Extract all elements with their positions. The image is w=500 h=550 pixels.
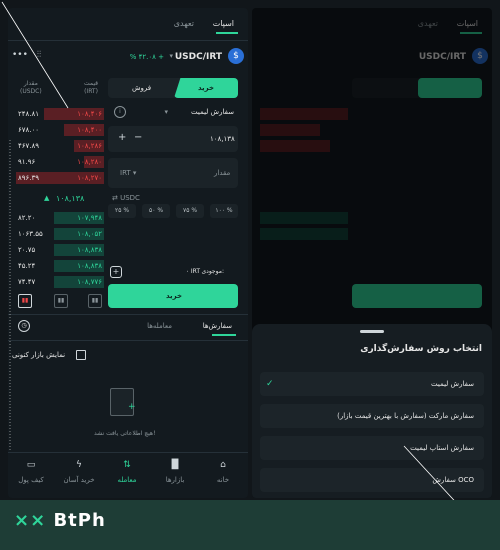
annotation-lines <box>1 1 455 500</box>
annotation-line <box>403 445 455 500</box>
brand-mark: ⨯⨯ <box>14 510 47 531</box>
annotation-line <box>1 1 69 109</box>
screenshot-frame: اسپات تعهدی $ USDC/IRT ▾ % ۴۲.۰۸ + ⫶⫶ ••… <box>0 0 500 500</box>
brand-logo: ⨯⨯ BtPh <box>14 510 106 531</box>
brand-name: BtPh <box>53 510 106 531</box>
